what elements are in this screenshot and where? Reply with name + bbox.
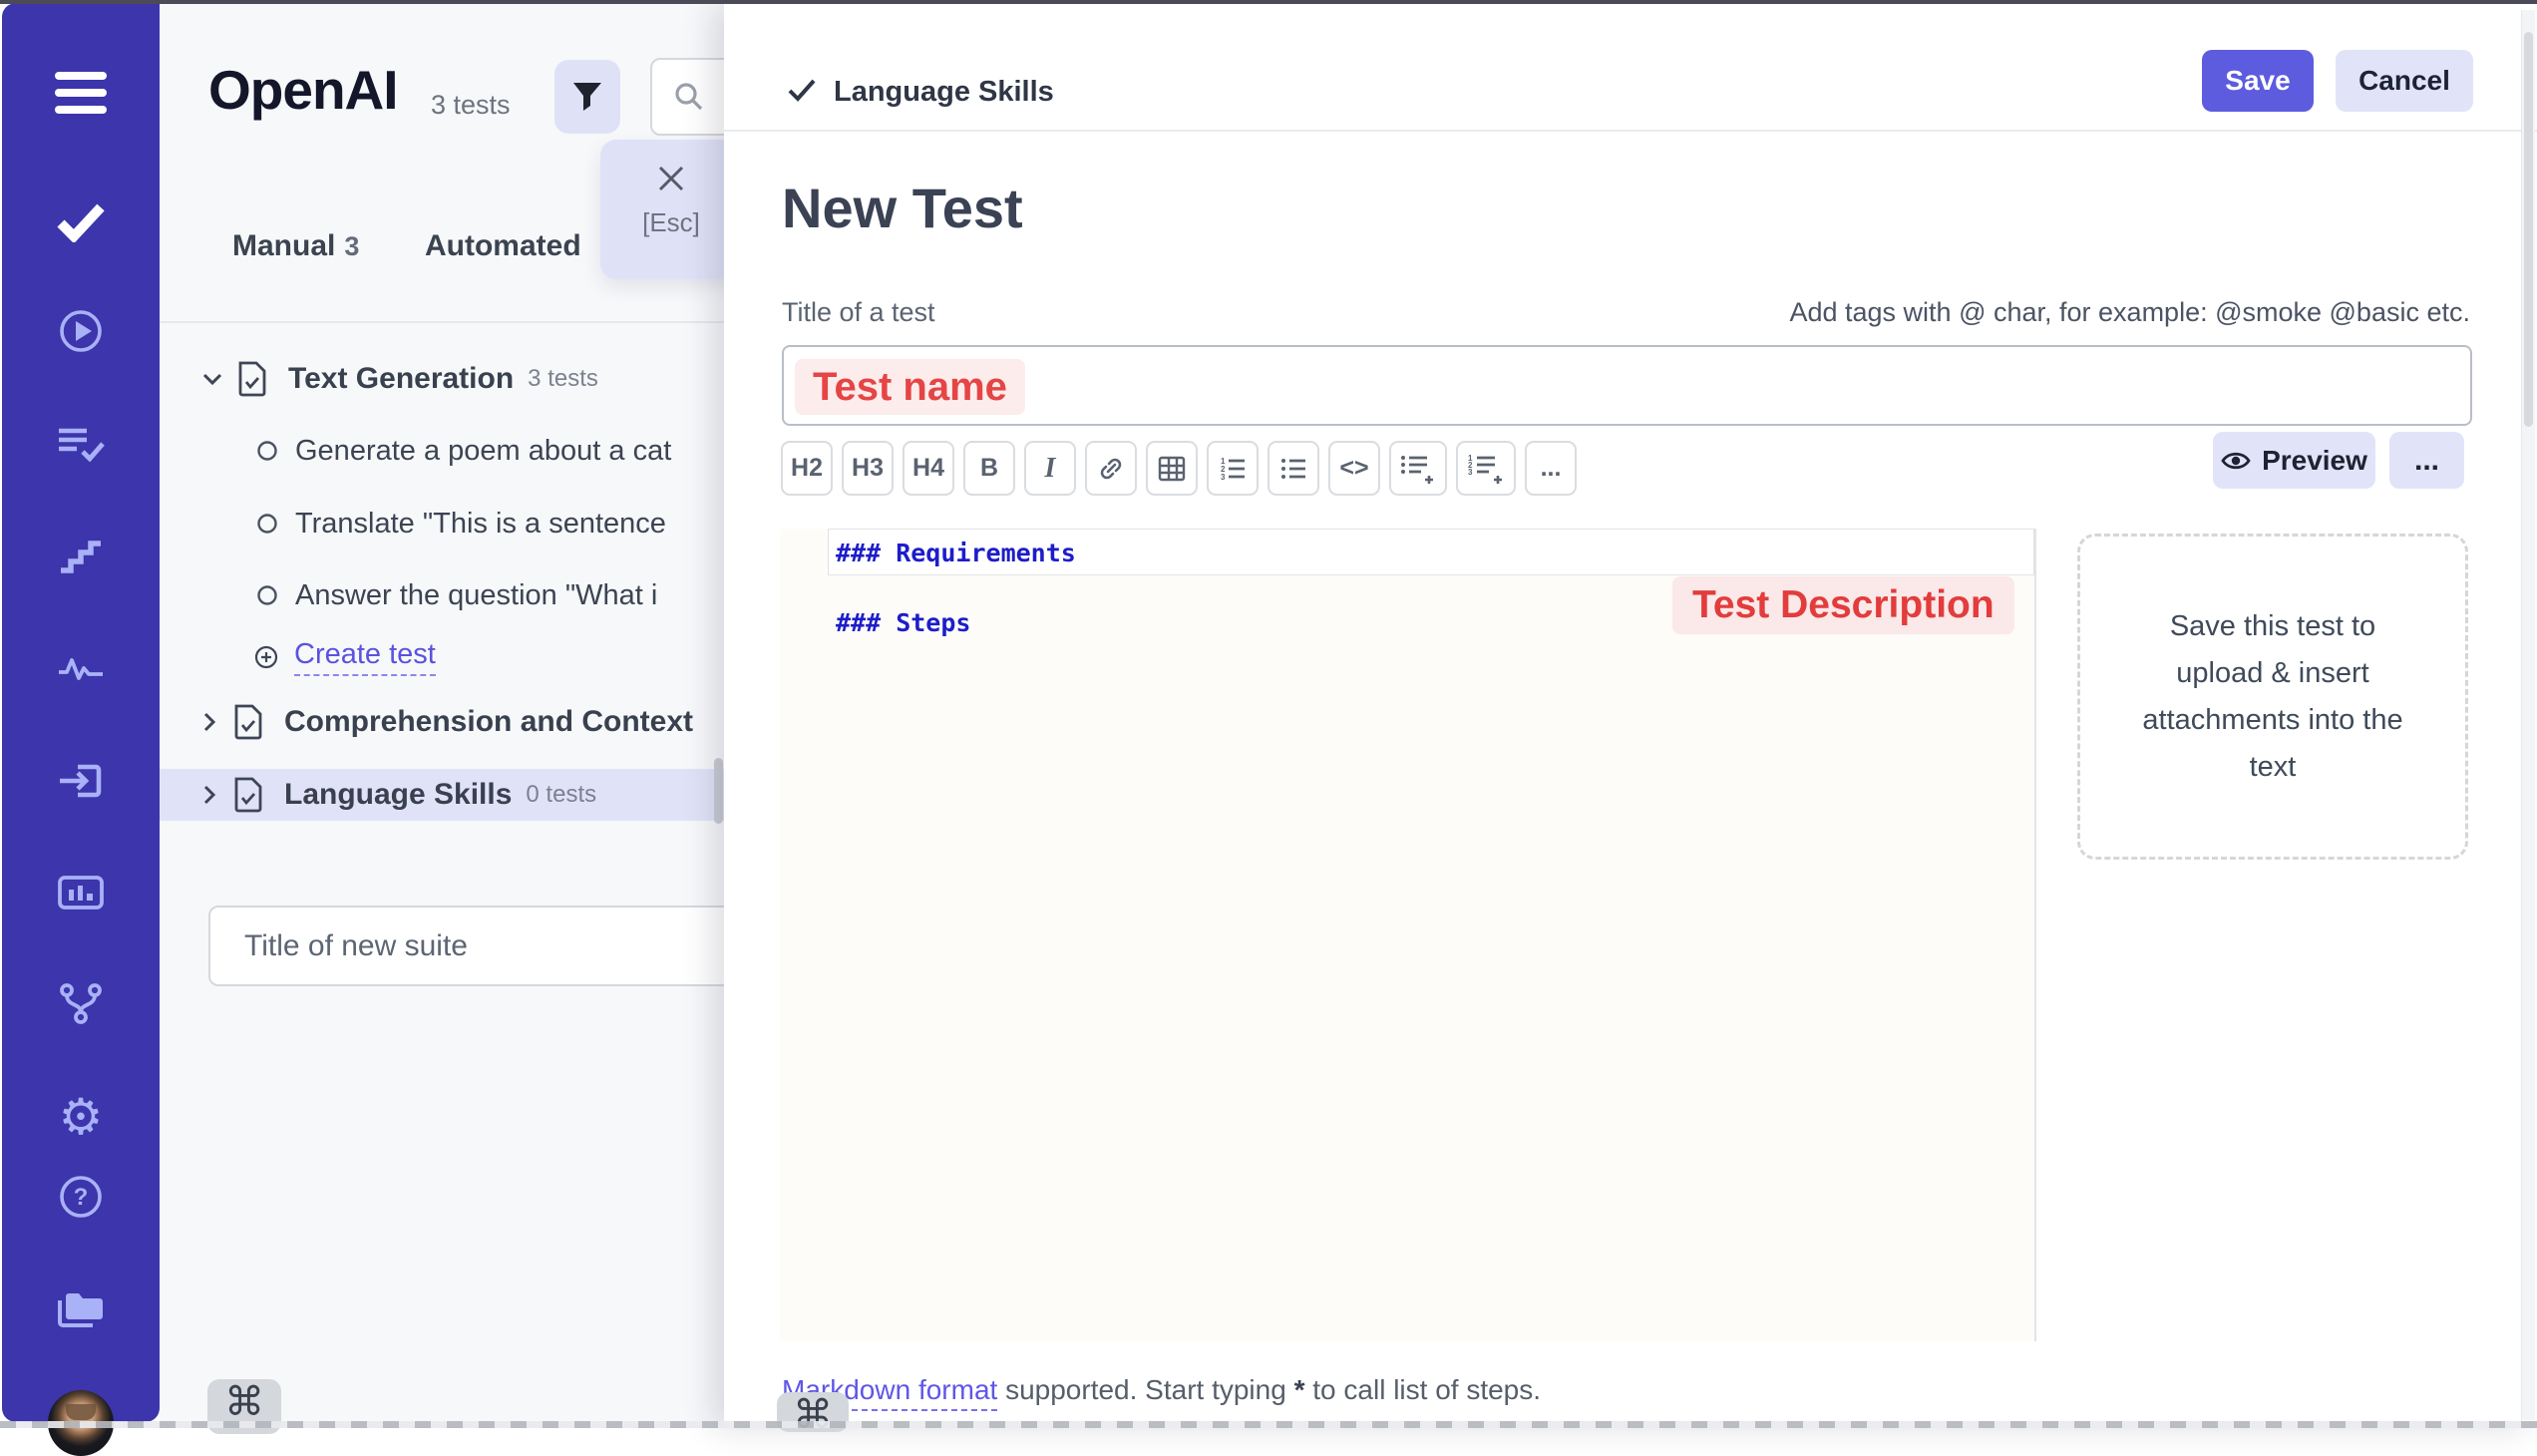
suite-doc-icon [232,703,264,741]
new-test-modal: Language Skills Save Cancel New Test Tit… [724,4,2537,1428]
branch-icon[interactable] [58,981,104,1025]
panel-scrollbar-thumb[interactable] [714,758,723,824]
close-icon[interactable] [656,164,686,193]
window-top-edge [0,0,2537,4]
help-icon[interactable]: ? [58,1174,104,1220]
bullet-list-icon [1279,456,1307,482]
chevron-down-icon[interactable] [202,372,222,386]
bullet-list-button[interactable] [1268,441,1319,496]
link-button[interactable] [1085,441,1137,496]
list-check-icon[interactable] [57,426,105,462]
page-title: New Test [782,176,1023,240]
suite-row-comprehension[interactable]: Comprehension and Context [202,696,693,748]
test-name-annotation: Test name [795,359,1025,415]
bullet-list-add-button[interactable] [1389,441,1447,496]
eye-icon [2221,451,2251,471]
test-row[interactable]: Answer the question "What i [256,569,657,621]
suite-checkmark-icon [788,78,816,102]
description-editor[interactable]: ### Requirements ### Steps [780,529,2036,1341]
editor-line: ### Requirements [836,539,1076,567]
new-suite-input[interactable]: Title of new suite [208,906,807,986]
test-circle-icon [256,513,278,535]
sign-in-icon[interactable] [57,761,105,801]
test-circle-icon [256,440,278,462]
suite-row-language-skills[interactable]: Language Skills 0 tests [202,769,596,821]
modal-header-divider [724,130,2537,132]
test-description-annotation: Test Description [1672,576,2014,634]
modal-suite-name: Language Skills [834,76,1054,109]
ordered-list-button[interactable]: 123 [1207,441,1259,496]
heading2-button[interactable]: H2 [781,441,833,496]
suite-doc-icon [232,776,264,814]
close-filter-popup[interactable]: [Esc] [600,140,742,279]
filter-button[interactable] [554,60,620,134]
tab-manual[interactable]: Manual3 [232,229,359,263]
plus-circle-icon [253,644,279,670]
link-icon [1097,455,1125,483]
editor-toolbar: H2 H3 H4 B I 123 <> [781,441,1577,496]
title-field-label: Title of a test [782,297,935,328]
suite-row-text-generation[interactable]: Text Generation 3 tests [202,353,598,405]
save-button[interactable]: Save [2202,50,2314,112]
gear-icon[interactable]: ⚙ [59,1092,104,1142]
hamburger-menu-icon[interactable] [55,72,107,114]
suite-doc-icon [236,360,268,398]
svg-text:3: 3 [1468,468,1473,477]
new-suite-placeholder: Title of new suite [244,929,468,963]
play-circle-icon[interactable] [58,308,104,354]
chevron-right-icon[interactable] [202,785,216,805]
create-test-row[interactable]: Create test [253,631,436,683]
table-button[interactable] [1146,441,1198,496]
table-icon [1158,456,1186,482]
cancel-button[interactable]: Cancel [2336,50,2473,112]
markdown-hint: Markdown format supported. Start typing … [782,1374,1541,1406]
heading4-button[interactable]: H4 [903,441,954,496]
editor-more-button[interactable]: ... [2389,432,2464,489]
search-icon [672,80,706,114]
attachment-dropzone[interactable]: Save this test to upload & insert attach… [2077,534,2468,860]
test-row[interactable]: Generate a poem about a cat [256,425,671,477]
svg-text:3: 3 [1221,473,1226,482]
code-button[interactable]: <> [1328,441,1380,496]
create-test-link[interactable]: Create test [294,638,436,676]
modal-scrollbar-thumb[interactable] [2524,32,2533,427]
ordered-list-icon: 123 [1219,456,1247,482]
steps-icon[interactable] [58,540,104,573]
toolbar-more-button[interactable]: ... [1525,441,1577,496]
preview-button[interactable]: Preview [2213,432,2375,489]
bold-button[interactable]: B [963,441,1015,496]
test-row[interactable]: Translate "This is a sentence [256,498,666,549]
folder-icon[interactable] [55,1288,107,1328]
svg-text:?: ? [74,1184,89,1211]
bar-chart-icon[interactable] [57,875,105,910]
esc-key-hint: [Esc] [642,207,700,238]
tab-manual-count: 3 [344,231,359,261]
italic-button[interactable]: I [1024,441,1076,496]
heading3-button[interactable]: H3 [842,441,894,496]
test-name-input[interactable] [782,345,2472,426]
tags-hint: Add tags with @ char, for example: @smok… [1789,297,2470,328]
dropzone-text: Save this test to upload & insert attach… [2132,603,2413,791]
tab-automated[interactable]: Automated [425,229,581,263]
activity-icon[interactable] [57,654,105,682]
chevron-right-icon[interactable] [202,712,216,732]
window-bottom-edge [0,1421,2537,1428]
funnel-icon [571,81,603,113]
bullet-list-add-icon [1399,454,1437,484]
test-circle-icon [256,584,278,606]
app-sidebar: ⚙ ? [2,3,160,1422]
tests-checkmark-icon[interactable] [54,200,108,242]
project-test-count: 3 tests [431,90,511,121]
editor-line: ### Steps [836,608,970,637]
project-title: OpenAI [208,58,398,122]
ordered-list-add-icon: 123 [1466,454,1506,484]
ordered-list-add-button[interactable]: 123 [1456,441,1516,496]
